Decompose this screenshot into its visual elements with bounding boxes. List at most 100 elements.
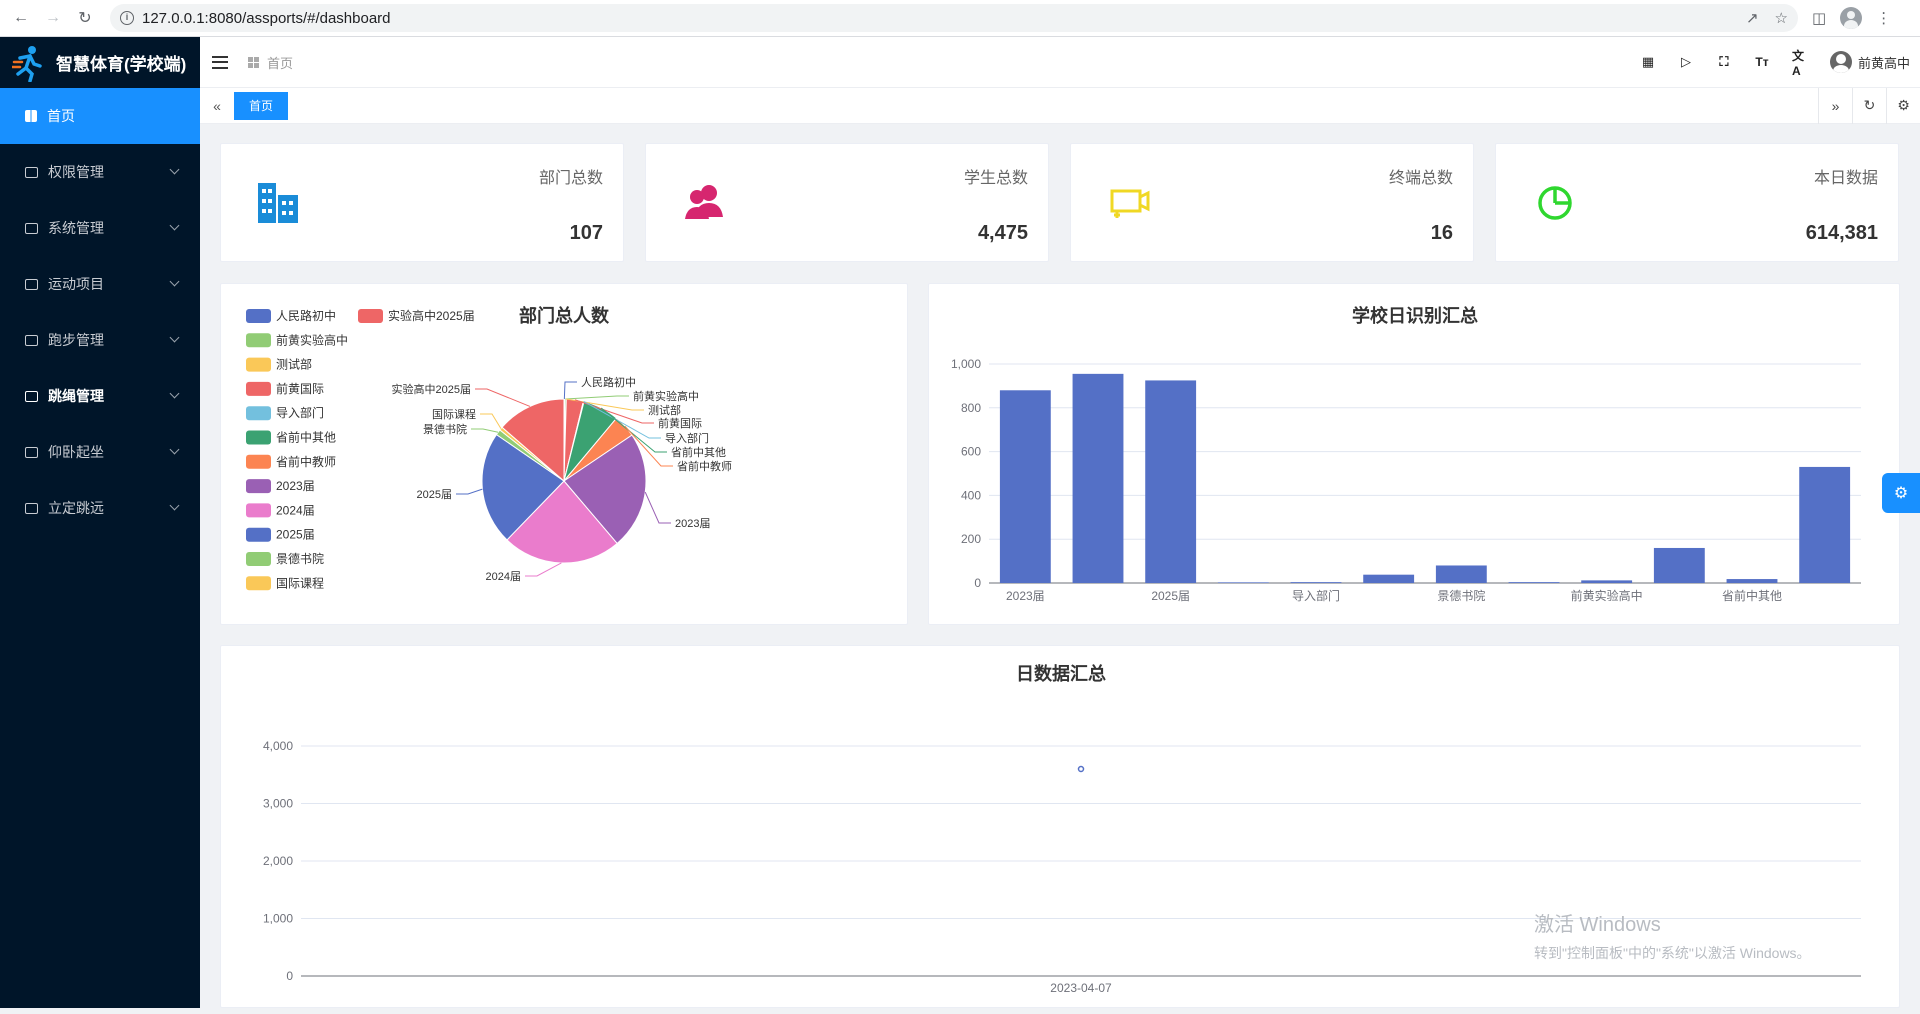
sidebar-item-5[interactable]: 跳绳管理 bbox=[0, 368, 200, 424]
bar[interactable] bbox=[1217, 582, 1269, 583]
bar[interactable] bbox=[1508, 582, 1560, 583]
pie-leader-line bbox=[525, 562, 562, 577]
pie-slice-label: 省前中教师 bbox=[677, 459, 732, 473]
legend-swatch[interactable] bbox=[358, 309, 383, 323]
watermark-line1: 激活 Windows bbox=[1534, 914, 1661, 936]
play-icon[interactable]: ▷ bbox=[1678, 54, 1694, 70]
stat-label: 学生总数 bbox=[963, 170, 1028, 187]
breadcrumb-item[interactable]: 首页 bbox=[267, 53, 293, 72]
people-icon bbox=[685, 185, 723, 219]
legend-swatch[interactable] bbox=[246, 527, 271, 542]
pie-leader-line bbox=[456, 488, 483, 495]
stat-card[interactable]: 学生总数 4,475 bbox=[645, 143, 1049, 262]
bar[interactable] bbox=[1072, 373, 1124, 583]
floating-settings-gear-icon[interactable]: ⚙ bbox=[1882, 473, 1920, 513]
x-tick-label: 2023-04-07 bbox=[1050, 981, 1112, 995]
bar[interactable] bbox=[1145, 380, 1197, 583]
share-icon[interactable]: ↗ bbox=[1746, 9, 1759, 27]
dashboard-grid-icon[interactable]: ▦ bbox=[1640, 54, 1656, 70]
building-icon bbox=[258, 183, 298, 223]
side-panel-icon[interactable]: ◫ bbox=[1812, 9, 1826, 27]
tab-home[interactable]: 首页 bbox=[234, 91, 289, 120]
sidebar-menu: 首页 权限管理 系统管理 运动项目跑步管理跳绳管理 仰卧起坐立定跳远 bbox=[0, 88, 200, 536]
sidebar-item-0[interactable]: 首页 bbox=[0, 88, 200, 144]
user-menu[interactable]: 前黄高中 bbox=[1829, 51, 1910, 73]
sidebar-item-1[interactable]: 权限管理 bbox=[0, 144, 200, 200]
pie-chart-title: 部门总人数 bbox=[519, 305, 610, 326]
language-icon[interactable]: 文A bbox=[1792, 49, 1808, 78]
info-icon[interactable]: i bbox=[120, 11, 134, 25]
settings-gear-icon[interactable]: ⚙ bbox=[1886, 87, 1920, 124]
fullscreen-icon[interactable]: ⛶ bbox=[1716, 54, 1732, 70]
legend-swatch[interactable] bbox=[246, 503, 271, 518]
sidebar-item-4[interactable]: 跑步管理 bbox=[0, 312, 200, 368]
y-tick-label: 2,000 bbox=[263, 854, 293, 868]
stat-card[interactable]: 本日数据 614,381 bbox=[1495, 143, 1899, 262]
stat-card[interactable]: 部门总数 107 bbox=[220, 143, 624, 262]
tab-bar: « 首页 » ↻ ⚙ bbox=[200, 87, 1920, 124]
legend-item: 景德书院 bbox=[276, 551, 324, 566]
sidebar-item-label: 立定跳远 bbox=[48, 500, 104, 516]
bar[interactable] bbox=[999, 390, 1051, 583]
sidebar-item-3[interactable]: 运动项目 bbox=[0, 256, 200, 312]
legend-swatch[interactable] bbox=[246, 454, 271, 469]
breadcrumb: 首页 bbox=[248, 53, 293, 72]
bookmark-star-icon[interactable]: ☆ bbox=[1775, 9, 1788, 27]
x-tick-label: 前黄实验高中 bbox=[1571, 588, 1643, 603]
address-bar[interactable]: i 127.0.0.1:8080/assports/#/dashboard ↗ … bbox=[110, 4, 1798, 32]
legend-swatch[interactable] bbox=[246, 576, 271, 591]
legend-item: 测试部 bbox=[276, 357, 312, 372]
legend-swatch[interactable] bbox=[246, 552, 271, 566]
bar[interactable] bbox=[1653, 547, 1705, 583]
legend-swatch[interactable] bbox=[246, 430, 271, 445]
pie-slice-label: 前黄实验高中 bbox=[633, 389, 699, 403]
legend-swatch[interactable] bbox=[246, 381, 271, 396]
legend-item: 2024届 bbox=[276, 503, 315, 517]
scroll-left-icon[interactable]: « bbox=[200, 98, 234, 114]
legend-swatch[interactable] bbox=[246, 406, 271, 421]
font-size-icon[interactable]: Tт bbox=[1754, 54, 1770, 70]
chevron-down-icon bbox=[169, 388, 180, 399]
header: 首页 ▦ ▷ ⛶ Tт 文A 前黄高中 bbox=[200, 37, 1920, 88]
y-tick-label: 800 bbox=[961, 401, 981, 415]
profile-avatar-icon[interactable] bbox=[1840, 7, 1863, 29]
scroll-right-icon[interactable]: » bbox=[1818, 87, 1852, 124]
legend-item: 前黄国际 bbox=[276, 381, 324, 396]
pie-slice-label: 测试部 bbox=[648, 403, 681, 417]
pie-slice-label: 省前中其他 bbox=[671, 445, 726, 459]
bar[interactable] bbox=[1363, 574, 1415, 583]
x-tick-label: 省前中其他 bbox=[1722, 588, 1782, 603]
reload-icon[interactable]: ↻ bbox=[74, 7, 96, 29]
legend-item: 2023届 bbox=[276, 479, 315, 493]
stat-card[interactable]: 终端总数 16 bbox=[1070, 143, 1474, 262]
legend-item: 省前中其他 bbox=[276, 430, 336, 445]
y-tick-label: 1,000 bbox=[951, 357, 981, 371]
forward-arrow-icon[interactable]: → bbox=[42, 7, 64, 29]
bar[interactable] bbox=[1435, 565, 1487, 583]
sidebar-item-7[interactable]: 立定跳远 bbox=[0, 480, 200, 536]
pie-leader-line bbox=[480, 413, 502, 429]
stat-value: 16 bbox=[1430, 222, 1453, 244]
data-point[interactable] bbox=[1077, 765, 1085, 773]
collapse-menu-icon[interactable] bbox=[212, 55, 228, 69]
stat-label: 部门总数 bbox=[538, 170, 603, 187]
sidebar-item-6[interactable]: 仰卧起坐 bbox=[0, 424, 200, 480]
legend-swatch[interactable] bbox=[246, 309, 271, 323]
chevron-down-icon bbox=[169, 276, 180, 287]
legend-swatch[interactable] bbox=[246, 479, 271, 494]
legend-swatch[interactable] bbox=[246, 333, 271, 348]
sidebar-item-label: 跑步管理 bbox=[48, 332, 104, 348]
bar[interactable] bbox=[1290, 582, 1342, 583]
legend-item: 国际课程 bbox=[276, 575, 324, 590]
bar[interactable] bbox=[1799, 466, 1851, 583]
stat-value: 614,381 bbox=[1805, 222, 1878, 244]
refresh-icon[interactable]: ↻ bbox=[1852, 87, 1886, 124]
legend-swatch[interactable] bbox=[246, 357, 271, 372]
list-icon bbox=[25, 390, 38, 402]
bar[interactable] bbox=[1726, 579, 1778, 583]
sidebar-item-2[interactable]: 系统管理 bbox=[0, 200, 200, 256]
app-logo[interactable]: 智慧体育(学校端) bbox=[0, 37, 200, 88]
back-arrow-icon[interactable]: ← bbox=[10, 7, 32, 29]
bar[interactable] bbox=[1581, 580, 1633, 583]
more-menu-icon[interactable]: ⋮ bbox=[1876, 9, 1891, 27]
